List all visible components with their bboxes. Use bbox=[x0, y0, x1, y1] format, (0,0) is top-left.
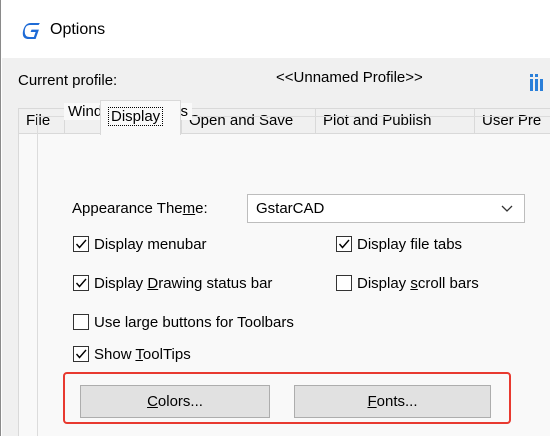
display-menubar-label: Display menubar bbox=[94, 235, 207, 253]
display-scroll-bars-checkbox[interactable] bbox=[336, 275, 352, 291]
display-drawing-status-bar-option[interactable]: Display Drawing status bar bbox=[73, 273, 272, 293]
display-file-tabs-option[interactable]: Display file tabs bbox=[336, 234, 462, 254]
appearance-theme-value: GstarCAD bbox=[256, 200, 325, 217]
display-scroll-bars-label: Display scroll bars bbox=[357, 274, 479, 292]
show-tooltips-option[interactable]: Show ToolTips bbox=[73, 344, 191, 364]
window-title: Options bbox=[50, 21, 106, 38]
gstarcad-g-icon bbox=[22, 22, 40, 40]
display-file-tabs-label: Display file tabs bbox=[357, 235, 463, 253]
appearance-theme-select[interactable]: GstarCAD bbox=[247, 194, 525, 223]
chevron-down-icon bbox=[500, 202, 514, 216]
options-dialog: Options Current profile: <<Unnamed Profi… bbox=[0, 0, 550, 436]
highlight-annotation-box bbox=[63, 372, 511, 424]
title-bar: Options bbox=[2, 0, 550, 58]
display-file-tabs-checkbox[interactable] bbox=[336, 236, 352, 252]
show-tooltips-checkbox[interactable] bbox=[73, 346, 89, 362]
display-scroll-bars-option[interactable]: Display scroll bars bbox=[336, 273, 479, 293]
current-profile-label: Current profile: bbox=[18, 72, 118, 89]
display-drawing-status-bar-label: Display Drawing status bar bbox=[94, 274, 273, 292]
use-large-buttons-checkbox[interactable] bbox=[73, 314, 89, 330]
appearance-theme-label: Appearance Theme: bbox=[72, 200, 208, 217]
profile-drawing-icon bbox=[529, 68, 550, 92]
tab-display[interactable]: Display bbox=[100, 100, 181, 135]
display-menubar-option[interactable]: Display menubar bbox=[73, 234, 207, 254]
current-profile-value: <<Unnamed Profile>> bbox=[276, 69, 423, 86]
use-large-buttons-label: Use large buttons for Toolbars bbox=[94, 313, 294, 331]
display-menubar-checkbox[interactable] bbox=[73, 236, 89, 252]
tab-display-label: Display bbox=[108, 107, 164, 126]
display-drawing-status-bar-checkbox[interactable] bbox=[73, 275, 89, 291]
use-large-buttons-option[interactable]: Use large buttons for Toolbars bbox=[73, 312, 294, 332]
show-tooltips-label: Show ToolTips bbox=[94, 345, 191, 363]
